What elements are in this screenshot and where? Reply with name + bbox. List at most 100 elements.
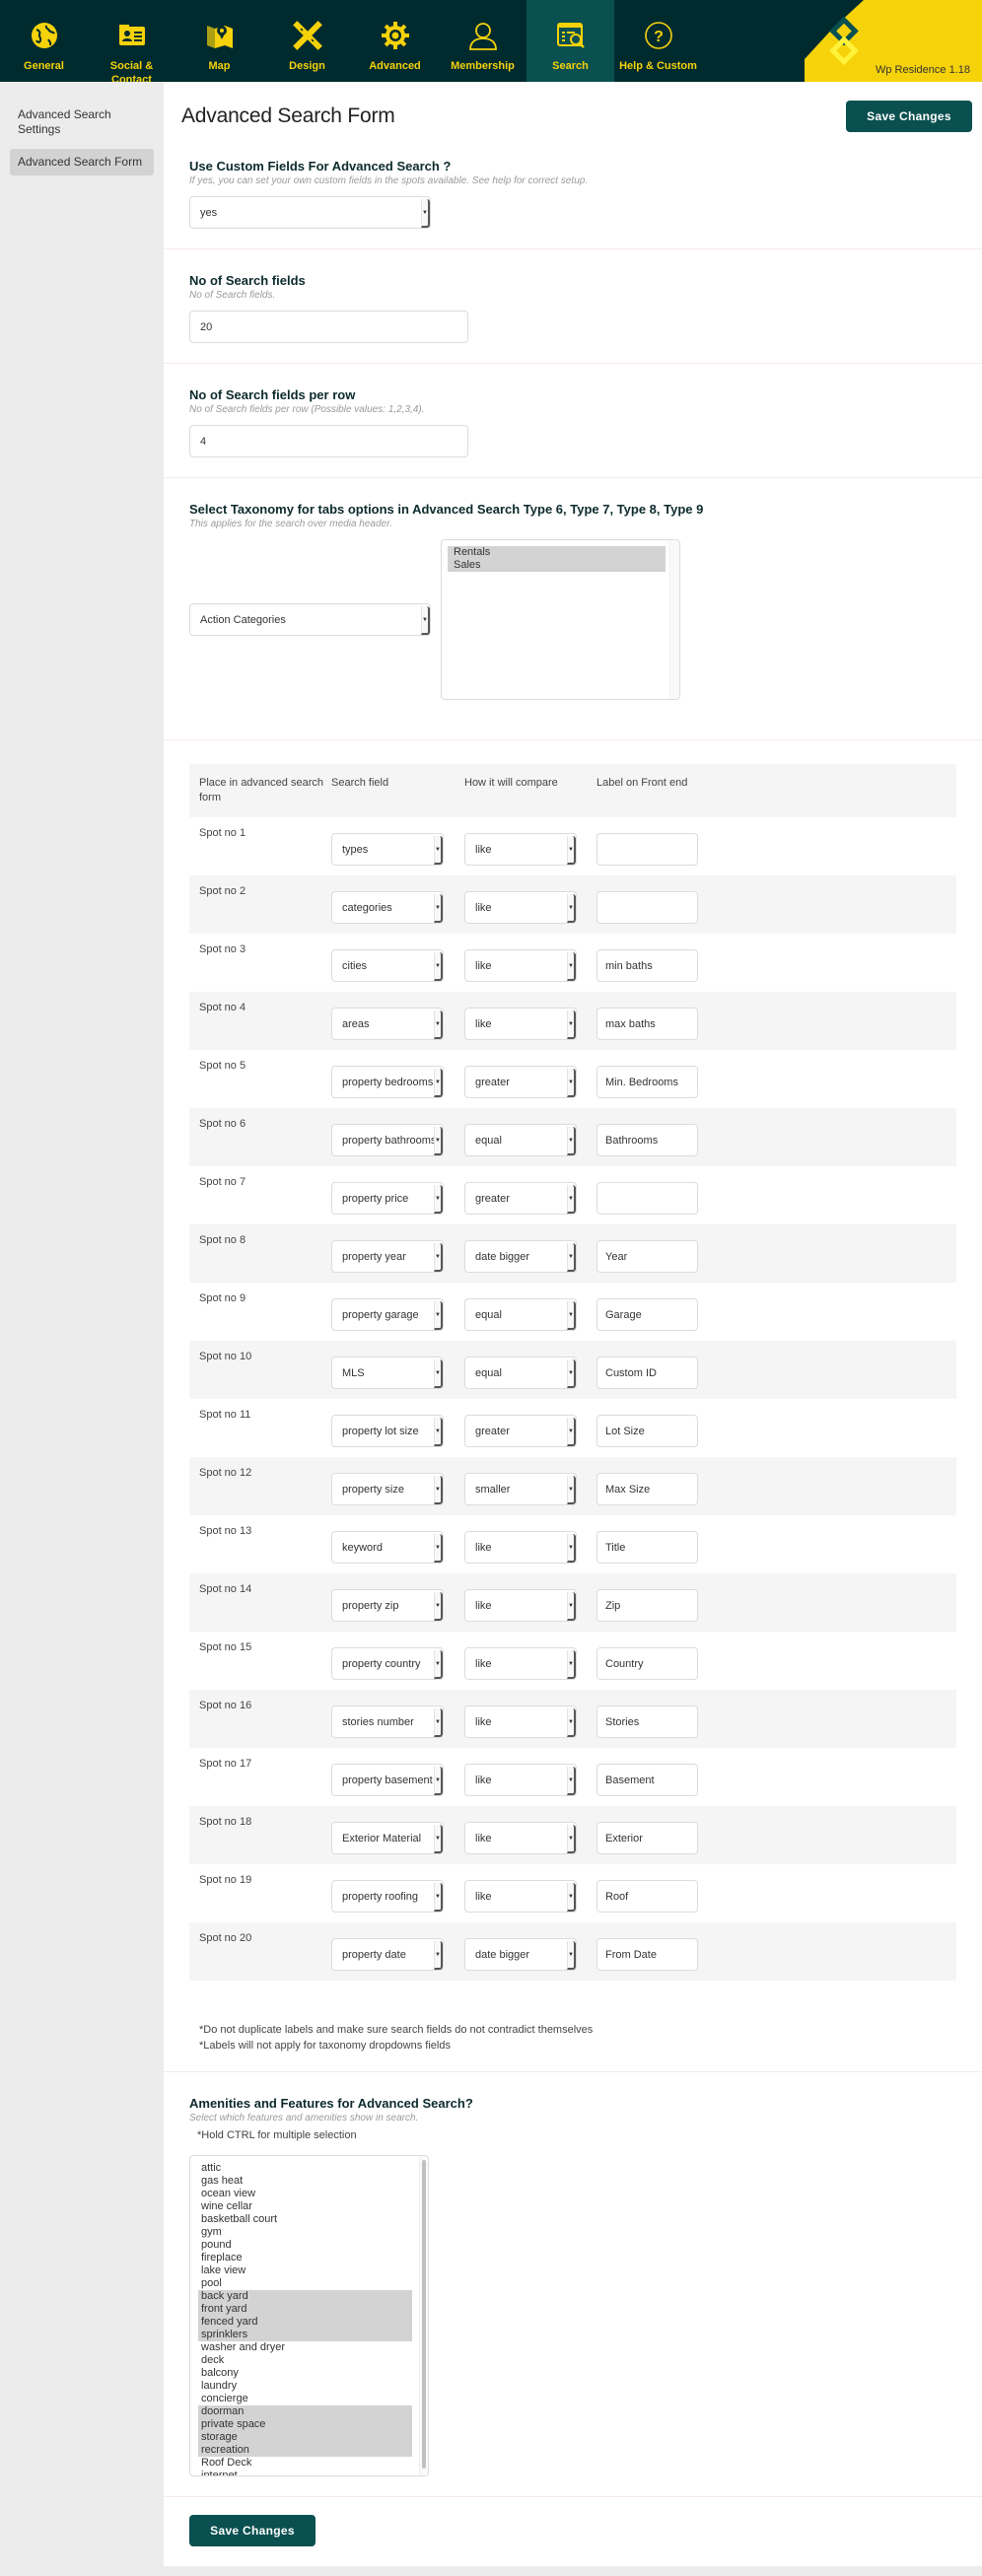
amenities-scrollbar[interactable] [419, 2156, 428, 2475]
front-end-label-input[interactable] [596, 1066, 698, 1098]
amenity-option[interactable]: Roof Deck [198, 2457, 412, 2470]
fields-per-row-input[interactable] [189, 425, 468, 457]
search-field-select[interactable]: property bedrooms ▼ [331, 1066, 444, 1098]
save-changes-button-bottom[interactable]: Save Changes [189, 2515, 316, 2546]
search-field-select[interactable]: property size ▼ [331, 1473, 444, 1505]
compare-select[interactable]: like ▼ [464, 1531, 577, 1564]
tab-help-custom[interactable]: ? Help & Custom [614, 0, 702, 82]
front-end-label-input[interactable] [596, 1822, 698, 1854]
amenity-option[interactable]: attic [198, 2162, 412, 2175]
compare-select[interactable]: equal ▼ [464, 1298, 577, 1331]
amenity-option[interactable]: concierge [198, 2393, 412, 2405]
amenity-option[interactable]: back yard [198, 2290, 412, 2303]
amenity-option[interactable]: fireplace [198, 2252, 412, 2264]
sidebar-item-advanced-search-settings[interactable]: Advanced Search Settings [10, 102, 154, 143]
search-field-select[interactable]: property roofing ▼ [331, 1880, 444, 1913]
front-end-label-input[interactable] [596, 1706, 698, 1738]
compare-select[interactable]: equal ▼ [464, 1357, 577, 1389]
search-field-select[interactable]: property country ▼ [331, 1647, 444, 1680]
amenity-option[interactable]: internet [198, 2470, 412, 2475]
listbox-scrollbar[interactable] [669, 540, 679, 699]
compare-select[interactable]: like ▼ [464, 1880, 577, 1913]
front-end-label-input[interactable] [596, 1357, 698, 1389]
front-end-label-input[interactable] [596, 1298, 698, 1331]
tab-membership[interactable]: Membership [439, 0, 526, 82]
front-end-label-input[interactable] [596, 1647, 698, 1680]
search-field-select[interactable]: property zip ▼ [331, 1589, 444, 1622]
search-field-select[interactable]: MLS ▼ [331, 1357, 444, 1389]
front-end-label-input[interactable] [596, 1473, 698, 1505]
front-end-label-input[interactable] [596, 1938, 698, 1971]
search-field-select[interactable]: Exterior Material ▼ [331, 1822, 444, 1854]
amenity-option[interactable]: sprinklers [198, 2329, 412, 2341]
tab-social-contact[interactable]: Social & Contact [88, 0, 175, 82]
front-end-label-input[interactable] [596, 1880, 698, 1913]
search-field-select[interactable]: property bathrooms ▼ [331, 1124, 444, 1156]
compare-select[interactable]: date bigger ▼ [464, 1938, 577, 1971]
search-field-select[interactable]: cities ▼ [331, 949, 444, 982]
amenities-listbox[interactable]: attic gas heat ocean view wine cellar basket… [189, 2155, 429, 2476]
tab-search[interactable]: Search [526, 0, 614, 82]
amenity-option[interactable]: wine cellar [198, 2200, 412, 2213]
amenity-option[interactable]: front yard [198, 2303, 412, 2316]
compare-select[interactable]: equal ▼ [464, 1124, 577, 1156]
front-end-label-input[interactable] [596, 1531, 698, 1564]
amenity-option[interactable]: gym [198, 2226, 412, 2239]
taxonomy-terms-listbox[interactable]: Rentals Sales [441, 539, 680, 700]
amenity-option[interactable]: laundry [198, 2380, 412, 2393]
amenity-option[interactable]: deck [198, 2354, 412, 2367]
compare-select[interactable]: greater ▼ [464, 1066, 577, 1098]
search-field-select[interactable]: areas ▼ [331, 1008, 444, 1040]
scroll-thumb[interactable] [422, 2160, 426, 2469]
compare-select[interactable]: smaller ▼ [464, 1473, 577, 1505]
tab-advanced[interactable]: Advanced [351, 0, 439, 82]
amenity-option[interactable]: pound [198, 2239, 412, 2252]
search-field-select[interactable]: property date ▼ [331, 1938, 444, 1971]
compare-select[interactable]: greater ▼ [464, 1415, 577, 1447]
search-field-select[interactable]: categories ▼ [331, 891, 444, 924]
search-field-select[interactable]: property lot size ▼ [331, 1415, 444, 1447]
amenity-option[interactable]: pool [198, 2277, 412, 2290]
taxonomy-select[interactable]: Action Categories ▼ [189, 603, 431, 636]
search-field-select[interactable]: types ▼ [331, 833, 444, 866]
tab-general[interactable]: General [0, 0, 88, 82]
sidebar-item-advanced-search-form[interactable]: Advanced Search Form [10, 149, 154, 175]
compare-select[interactable]: like ▼ [464, 1822, 577, 1854]
compare-select[interactable]: date bigger ▼ [464, 1240, 577, 1273]
search-field-select[interactable]: keyword ▼ [331, 1531, 444, 1564]
num-fields-input[interactable] [189, 311, 468, 343]
compare-select[interactable]: like ▼ [464, 833, 577, 866]
amenity-option[interactable]: lake view [198, 2264, 412, 2277]
front-end-label-input[interactable] [596, 1764, 698, 1796]
taxonomy-option[interactable]: Rentals [448, 546, 666, 559]
compare-select[interactable]: like ▼ [464, 949, 577, 982]
tab-design[interactable]: Design [263, 0, 351, 82]
compare-select[interactable]: like ▼ [464, 1647, 577, 1680]
front-end-label-input[interactable] [596, 1589, 698, 1622]
amenity-option[interactable]: ocean view [198, 2188, 412, 2200]
front-end-label-input[interactable] [596, 1124, 698, 1156]
compare-select[interactable]: like ▼ [464, 1589, 577, 1622]
amenity-option[interactable]: washer and dryer [198, 2341, 412, 2354]
search-field-select[interactable]: stories number ▼ [331, 1706, 444, 1738]
amenity-option[interactable]: balcony [198, 2367, 412, 2380]
search-field-select[interactable]: property year ▼ [331, 1240, 444, 1273]
amenity-option[interactable]: recreation [198, 2444, 412, 2457]
compare-select[interactable]: like ▼ [464, 1764, 577, 1796]
custom-fields-select[interactable]: yes ▼ [189, 196, 431, 229]
compare-select[interactable]: like ▼ [464, 1706, 577, 1738]
amenity-option[interactable]: fenced yard [198, 2316, 412, 2329]
amenity-option[interactable]: gas heat [198, 2175, 412, 2188]
search-field-select[interactable]: property price ▼ [331, 1182, 444, 1215]
amenity-option[interactable]: basketball court [198, 2213, 412, 2226]
compare-select[interactable]: greater ▼ [464, 1182, 577, 1215]
amenity-option[interactable]: doorman [198, 2405, 412, 2418]
compare-select[interactable]: like ▼ [464, 1008, 577, 1040]
front-end-label-input[interactable] [596, 1240, 698, 1273]
amenity-option[interactable]: private space [198, 2418, 412, 2431]
front-end-label-input[interactable] [596, 1415, 698, 1447]
search-field-select[interactable]: property basement ▼ [331, 1764, 444, 1796]
front-end-label-input[interactable] [596, 833, 698, 866]
search-field-select[interactable]: property garage ▼ [331, 1298, 444, 1331]
front-end-label-input[interactable] [596, 949, 698, 982]
